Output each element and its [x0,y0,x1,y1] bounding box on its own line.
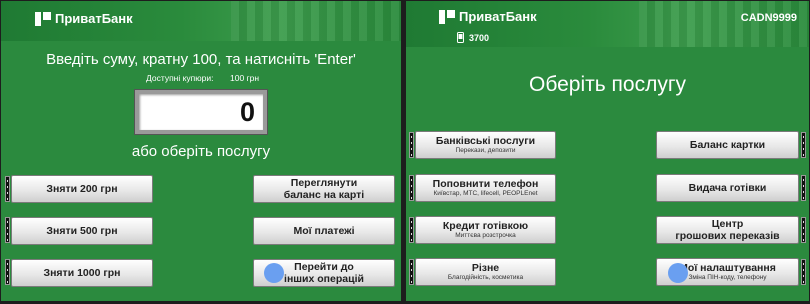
amount-input[interactable]: 0 [134,89,268,135]
button-label-line1: Центр [711,218,744,230]
button-sublabel: Київстар, МТС, lifecell, PEOPLEnet [433,190,538,197]
notes-value: 100 грн [230,73,260,83]
button-label: Зняти 200 грн [46,183,118,195]
touch-indicator-icon [264,263,284,283]
view-balance-button[interactable]: Переглянути баланс на карті [253,175,395,203]
misc-button[interactable]: Різне Благодійність, косметика [415,258,556,286]
side-key-icon[interactable] [801,217,806,243]
instruction-text: Введіть суму, кратну 100, та натисніть '… [46,51,356,68]
amount-value: 0 [239,97,255,127]
button-label: Мої платежі [293,225,355,237]
withdrawal-screen: ПриватБанк Введіть суму, кратну 100, та … [1,1,401,301]
button-label-line1: Перейти до [294,261,354,273]
privatbank-logo-icon [35,11,51,26]
notes-label: Доступні купюри: [146,73,214,83]
button-sublabel: Благодійність, косметика [447,274,524,281]
brand-name: ПриватБанк [459,9,537,24]
button-label-line2: баланс на карті [283,189,365,201]
touch-indicator-icon [668,263,688,283]
side-key-icon[interactable] [5,176,10,202]
button-label: Баланс картки [689,139,766,151]
button-sublabel: Перекази, депозити [455,147,516,154]
side-key-icon[interactable] [409,132,414,158]
button-label: Кредит готівкою [442,220,529,232]
terminal-id: CADN9999 [740,12,797,24]
cash-withdrawal-button[interactable]: Видача готівки [656,174,799,202]
side-key-icon[interactable] [801,175,806,201]
button-label-line2: грошових переказів [675,230,780,242]
withdraw-500-button[interactable]: Зняти 500 грн [11,217,153,245]
page-title: Оберіть послугу [528,73,686,96]
button-sublabel: Миттєва розстрочка [455,232,516,239]
banking-services-button[interactable]: Банківські послуги Перекази, депозити [415,131,556,159]
money-transfer-center-button[interactable]: Центр грошових переказів [656,216,799,244]
phone-code: 3700 [469,33,490,43]
side-key-icon[interactable] [5,259,10,285]
button-label-line1: Переглянути [290,177,358,189]
phone-topup-button[interactable]: Поповнити телефон Київстар, МТС, lifecel… [415,174,556,202]
service-menu-screen: ПриватБанк CADN9999 3700 Оберіть послугу… [406,1,809,301]
side-key-icon[interactable] [801,132,806,158]
button-label: Мої налаштування [679,262,776,274]
side-key-icon[interactable] [409,175,414,201]
button-label: Зняти 500 грн [46,225,118,237]
atm-screens: ПриватБанк Введіть суму, кратну 100, та … [0,0,810,304]
button-label: Зняти 1000 грн [43,267,121,279]
button-label: Видача готівки [688,182,767,194]
cash-credit-button[interactable]: Кредит готівкою Миттєва розстрочка [415,216,556,244]
brand-name: ПриватБанк [55,11,133,26]
my-payments-button[interactable]: Мої платежі [253,217,395,245]
withdraw-200-button[interactable]: Зняти 200 грн [11,175,153,203]
side-key-icon[interactable] [5,217,10,243]
button-sublabel: Зміна ПІН-коду, телефону [688,274,767,281]
privatbank-logo: ПриватБанк [439,9,537,24]
side-key-icon[interactable] [409,217,414,243]
privatbank-logo: ПриватБанк [35,11,133,26]
header-bar [406,1,809,47]
withdraw-1000-button[interactable]: Зняти 1000 грн [11,259,153,287]
card-balance-button[interactable]: Баланс картки [656,131,799,159]
side-key-icon[interactable] [409,259,414,285]
button-label: Поповнити телефон [432,178,539,190]
alt-prompt: або оберіть послугу [131,143,271,160]
side-key-icon[interactable] [801,259,806,285]
button-label-line2: інших операцій [284,273,364,285]
button-label: Різне [471,262,500,274]
privatbank-logo-icon [439,9,455,24]
button-label: Банківські послуги [435,135,536,147]
phone-icon [457,32,464,43]
